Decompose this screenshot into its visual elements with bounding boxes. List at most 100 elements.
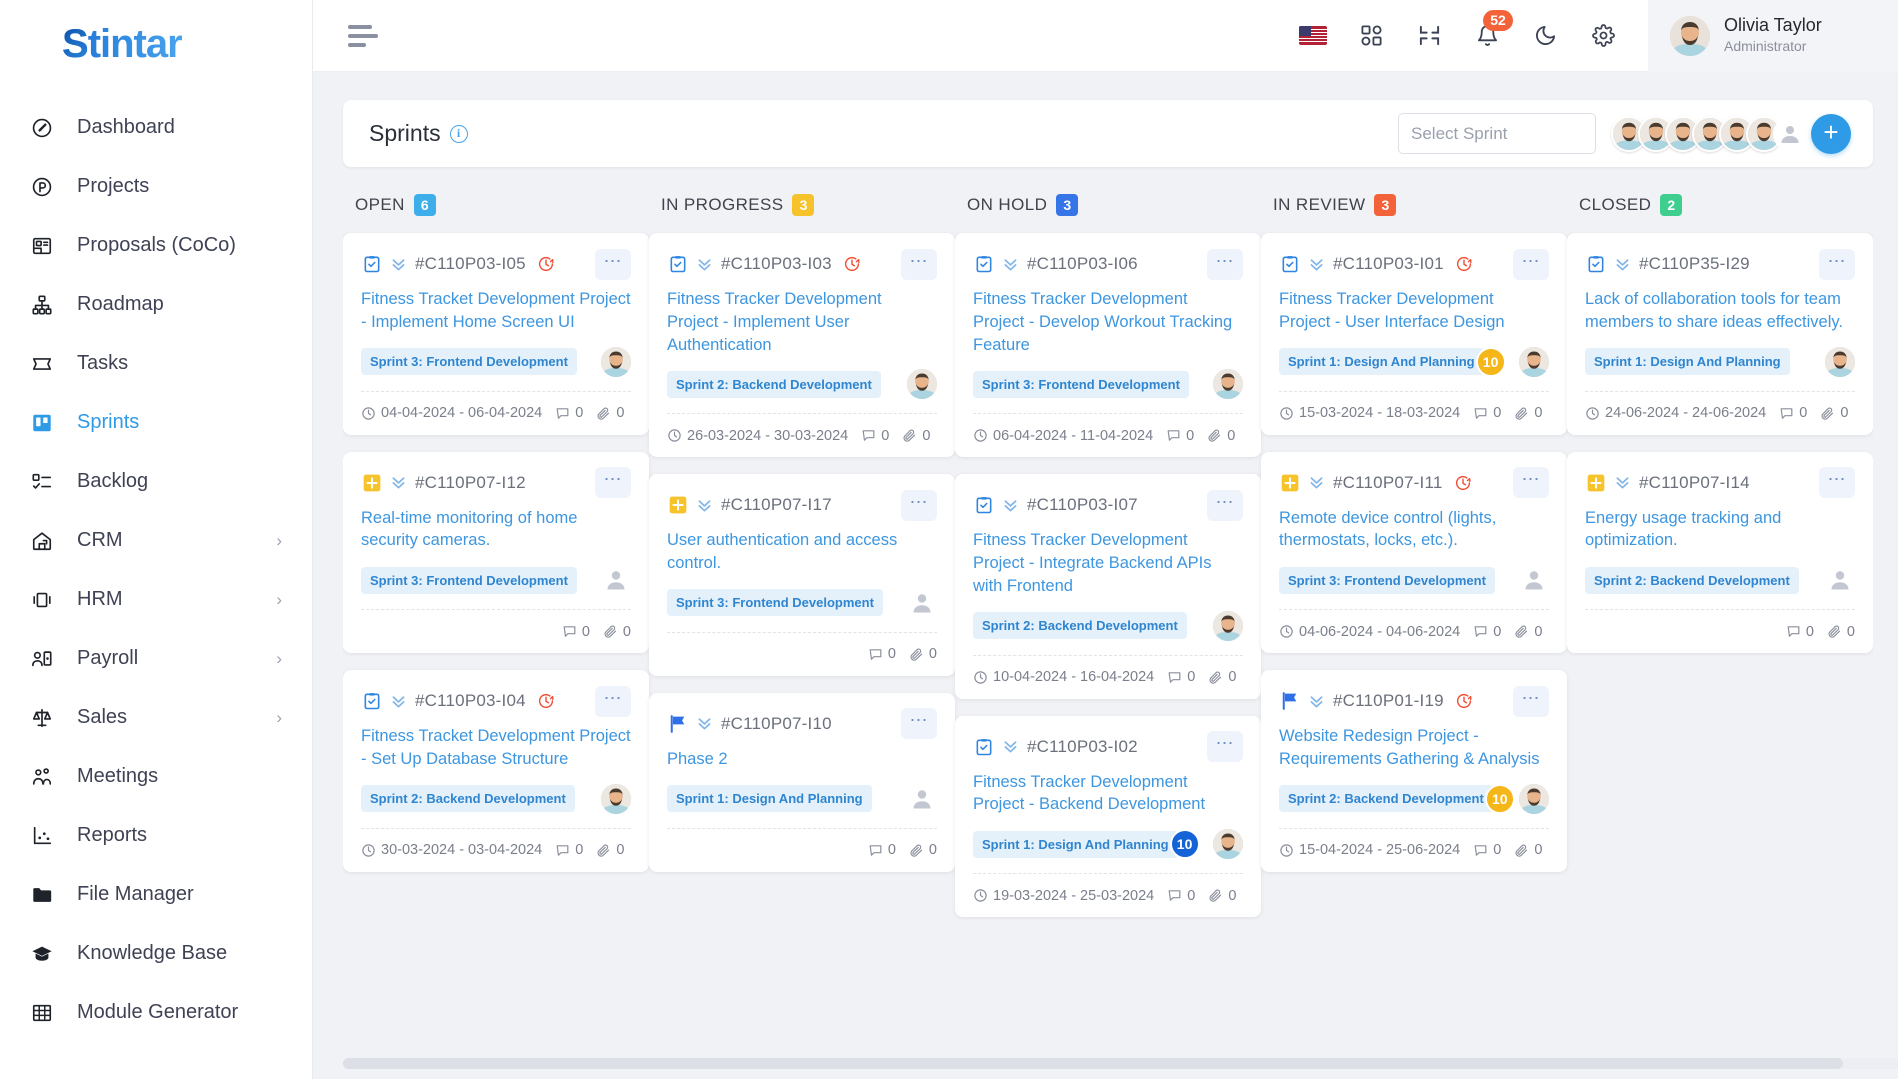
chevron-double-down-icon[interactable]: [695, 496, 714, 515]
card-options-button[interactable]: ⋯: [1207, 731, 1243, 763]
chevron-double-down-icon[interactable]: [1613, 255, 1632, 274]
card-title[interactable]: User authentication and access control.: [667, 529, 937, 575]
card-title[interactable]: Real-time monitoring of home security ca…: [361, 507, 631, 553]
chevron-right-icon[interactable]: ›: [276, 590, 282, 610]
kanban-card[interactable]: #C110P03-I02 ⋯ Fitness Tracker Developme…: [955, 715, 1261, 918]
card-title[interactable]: Fitness Tracket Development Project - Im…: [361, 288, 631, 334]
card-unassigned-avatar[interactable]: [907, 588, 937, 618]
chevron-right-icon[interactable]: ›: [276, 531, 282, 551]
app-logo[interactable]: Stintar: [0, 0, 312, 88]
sidebar-item-sales[interactable]: Sales ›: [0, 688, 312, 747]
kanban-card[interactable]: #C110P07-I10 ⋯ Phase 2 Sprint 1: Design …: [649, 692, 955, 872]
card-options-button[interactable]: ⋯: [901, 248, 937, 280]
card-options-button[interactable]: ⋯: [1207, 489, 1243, 521]
card-options-button[interactable]: ⋯: [1513, 248, 1549, 280]
kanban-card[interactable]: #C110P07-I17 ⋯ User authentication and a…: [649, 474, 955, 676]
card-title[interactable]: Fitness Tracker Development Project - Ba…: [973, 771, 1243, 817]
member-avatar-group[interactable]: [1611, 115, 1807, 152]
sidebar-item-reports[interactable]: Reports: [0, 806, 312, 865]
card-title[interactable]: Fitness Tracker Development Project - Im…: [667, 288, 937, 356]
chevron-double-down-icon[interactable]: [695, 714, 714, 733]
card-title[interactable]: Website Redesign Project - Requirements …: [1279, 725, 1549, 771]
compress-icon[interactable]: [1414, 21, 1444, 51]
sidebar-item-module-generator[interactable]: Module Generator: [0, 983, 312, 1042]
language-flag-icon[interactable]: [1298, 21, 1328, 51]
sidebar-item-meetings[interactable]: Meetings: [0, 747, 312, 806]
kanban-card[interactable]: #C110P07-I14 ⋯ Energy usage tracking and…: [1567, 451, 1873, 654]
sidebar-item-file-manager[interactable]: File Manager: [0, 865, 312, 924]
sidebar-item-tasks[interactable]: Tasks: [0, 334, 312, 393]
card-unassigned-avatar[interactable]: [1825, 565, 1855, 595]
notification-bell-icon[interactable]: 52: [1472, 9, 1513, 51]
chevron-double-down-icon[interactable]: [695, 255, 714, 274]
kanban-card[interactable]: #C110P01-I19 ⋯ Website Redesign Project …: [1261, 670, 1567, 872]
chevron-double-down-icon[interactable]: [1001, 737, 1020, 756]
card-assignee-avatar[interactable]: [1519, 783, 1549, 814]
card-assignee-avatar[interactable]: [1213, 610, 1243, 641]
card-assignee-avatar[interactable]: [1213, 369, 1243, 400]
card-options-button[interactable]: ⋯: [901, 489, 937, 521]
card-assignee-avatar[interactable]: [1213, 829, 1243, 860]
chevron-double-down-icon[interactable]: [389, 473, 408, 492]
card-assignee-avatar[interactable]: [601, 346, 631, 377]
kanban-card[interactable]: #C110P35-I29 ⋯ Lack of collaboration too…: [1567, 233, 1873, 435]
card-title[interactable]: Fitness Tracker Development Project - In…: [973, 529, 1243, 597]
horizontal-scrollbar[interactable]: [343, 1058, 1898, 1069]
card-assignee-avatar[interactable]: [1519, 346, 1549, 377]
kanban-card[interactable]: #C110P07-I11 ⋯ Remote device control (li…: [1261, 451, 1567, 654]
chevron-double-down-icon[interactable]: [1001, 255, 1020, 274]
sidebar-item-hrm[interactable]: HRM ›: [0, 570, 312, 629]
chevron-double-down-icon[interactable]: [1613, 473, 1632, 492]
info-icon[interactable]: i: [449, 124, 468, 143]
kanban-card[interactable]: #C110P03-I06 ⋯ Fitness Tracker Developme…: [955, 233, 1261, 458]
card-unassigned-avatar[interactable]: [907, 784, 937, 814]
chevron-double-down-icon[interactable]: [1307, 473, 1326, 492]
card-options-button[interactable]: ⋯: [1207, 248, 1243, 280]
sidebar-item-knowledge-base[interactable]: Knowledge Base: [0, 924, 312, 983]
add-member-button[interactable]: +: [1811, 113, 1851, 154]
sidebar-item-sprints[interactable]: Sprints: [0, 393, 312, 452]
scrollbar-thumb[interactable]: [343, 1058, 1843, 1069]
kanban-card[interactable]: #C110P03-I01 ⋯ Fitness Tracker Developme…: [1261, 233, 1567, 435]
more-members-icon[interactable]: [1773, 116, 1807, 151]
chevron-double-down-icon[interactable]: [1307, 255, 1326, 274]
sidebar-item-projects[interactable]: Projects: [0, 157, 312, 216]
card-title[interactable]: Fitness Tracker Development Project - Us…: [1279, 288, 1549, 334]
chevron-double-down-icon[interactable]: [1001, 496, 1020, 515]
kanban-card[interactable]: #C110P03-I07 ⋯ Fitness Tracker Developme…: [955, 474, 1261, 699]
dark-mode-moon-icon[interactable]: [1530, 21, 1560, 51]
card-title[interactable]: Fitness Tracket Development Project - Se…: [361, 725, 631, 771]
chevron-right-icon[interactable]: ›: [276, 708, 282, 728]
sidebar-item-roadmap[interactable]: Roadmap: [0, 275, 312, 334]
card-options-button[interactable]: ⋯: [595, 685, 631, 717]
settings-gear-icon[interactable]: [1588, 21, 1618, 51]
chevron-double-down-icon[interactable]: [389, 692, 408, 711]
sidebar-item-payroll[interactable]: Payroll ›: [0, 629, 312, 688]
hamburger-menu-icon[interactable]: [348, 24, 378, 47]
card-title[interactable]: Phase 2: [667, 748, 937, 771]
sidebar-item-dashboard[interactable]: Dashboard: [0, 98, 312, 157]
card-options-button[interactable]: ⋯: [1513, 467, 1549, 499]
card-title[interactable]: Lack of collaboration tools for team mem…: [1585, 288, 1855, 334]
card-title[interactable]: Remote device control (lights, thermosta…: [1279, 507, 1549, 553]
card-options-button[interactable]: ⋯: [901, 708, 937, 740]
card-assignee-avatar[interactable]: [1825, 346, 1855, 377]
kanban-card[interactable]: #C110P03-I05 ⋯ Fitness Tracket Developme…: [343, 233, 649, 435]
kanban-card[interactable]: #C110P07-I12 ⋯ Real-time monitoring of h…: [343, 451, 649, 654]
kanban-card[interactable]: #C110P03-I04 ⋯ Fitness Tracket Developme…: [343, 670, 649, 872]
card-options-button[interactable]: ⋯: [595, 467, 631, 499]
card-title[interactable]: Fitness Tracker Development Project - De…: [973, 288, 1243, 356]
card-unassigned-avatar[interactable]: [601, 565, 631, 595]
sidebar-item-backlog[interactable]: Backlog: [0, 452, 312, 511]
card-title[interactable]: Energy usage tracking and optimization.: [1585, 507, 1855, 553]
chevron-right-icon[interactable]: ›: [276, 649, 282, 669]
card-options-button[interactable]: ⋯: [1819, 467, 1855, 499]
apps-grid-icon[interactable]: [1356, 21, 1386, 51]
card-unassigned-avatar[interactable]: [1519, 565, 1549, 595]
user-profile-menu[interactable]: Olivia Taylor Administrator: [1648, 0, 1898, 72]
card-assignee-avatar[interactable]: [601, 783, 631, 814]
card-options-button[interactable]: ⋯: [595, 248, 631, 280]
card-options-button[interactable]: ⋯: [1513, 685, 1549, 717]
kanban-card[interactable]: #C110P03-I03 ⋯ Fitness Tracker Developme…: [649, 233, 955, 458]
card-options-button[interactable]: ⋯: [1819, 248, 1855, 280]
